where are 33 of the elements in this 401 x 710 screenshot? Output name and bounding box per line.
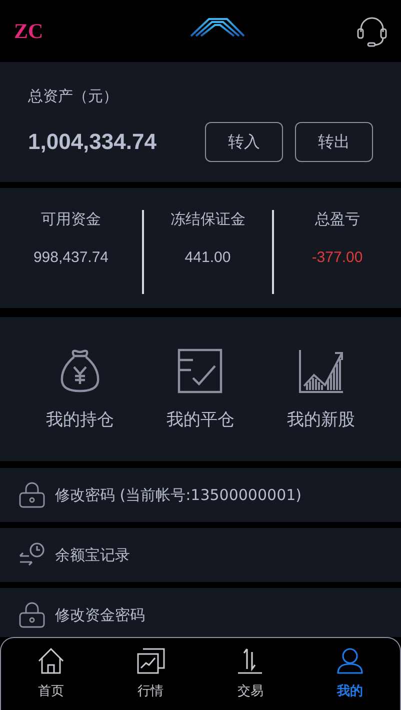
clock-transfer-icon: [19, 542, 45, 568]
lock-icon: [19, 602, 45, 628]
checklist-icon[interactable]: [177, 348, 224, 394]
nav-tab[interactable]: 行情: [100, 638, 200, 710]
menu-item[interactable]: 修改密码 (当前帐号:13500000001): [0, 468, 401, 522]
shortcut-label[interactable]: 我的持仓: [46, 408, 114, 430]
stat-value: 441.00: [184, 249, 231, 266]
shortcut-label[interactable]: 我的新股: [286, 408, 355, 430]
menu-label: 修改密码 (当前帐号:13500000001): [55, 486, 302, 504]
stat-value: 998,437.74: [33, 249, 109, 266]
menu-label: 余额宝记录: [55, 546, 130, 564]
shortcut-label[interactable]: 我的平仓: [166, 408, 234, 430]
transfer-button[interactable]: 转出: [295, 122, 373, 162]
logo-text: ZC: [14, 18, 44, 44]
lock-icon: [19, 482, 45, 508]
menu-item[interactable]: 修改资金密码: [0, 588, 401, 637]
menu-item[interactable]: 余额宝记录: [0, 528, 401, 582]
arrows-icon: [237, 648, 264, 674]
nav-tab[interactable]: 我的: [300, 638, 400, 710]
nav-tab[interactable]: 首页: [1, 638, 101, 710]
stat-label: 可用资金: [41, 210, 101, 229]
assets-label: 总资产（元）: [28, 87, 119, 106]
nav-tab[interactable]: 交易: [200, 638, 300, 710]
home-icon: [38, 648, 64, 674]
menu-label: 修改资金密码: [55, 606, 145, 624]
stat-label: 总盈亏: [314, 210, 360, 229]
stat-label: 冻结保证金: [170, 210, 246, 229]
person-icon: [337, 648, 364, 674]
stat-value: -377.00: [312, 249, 363, 266]
chart-icon: [136, 648, 165, 674]
total-amount: 1,004,334.74: [28, 129, 156, 155]
growth-chart-icon[interactable]: [298, 348, 344, 394]
transfer-button[interactable]: 转入: [205, 122, 283, 162]
